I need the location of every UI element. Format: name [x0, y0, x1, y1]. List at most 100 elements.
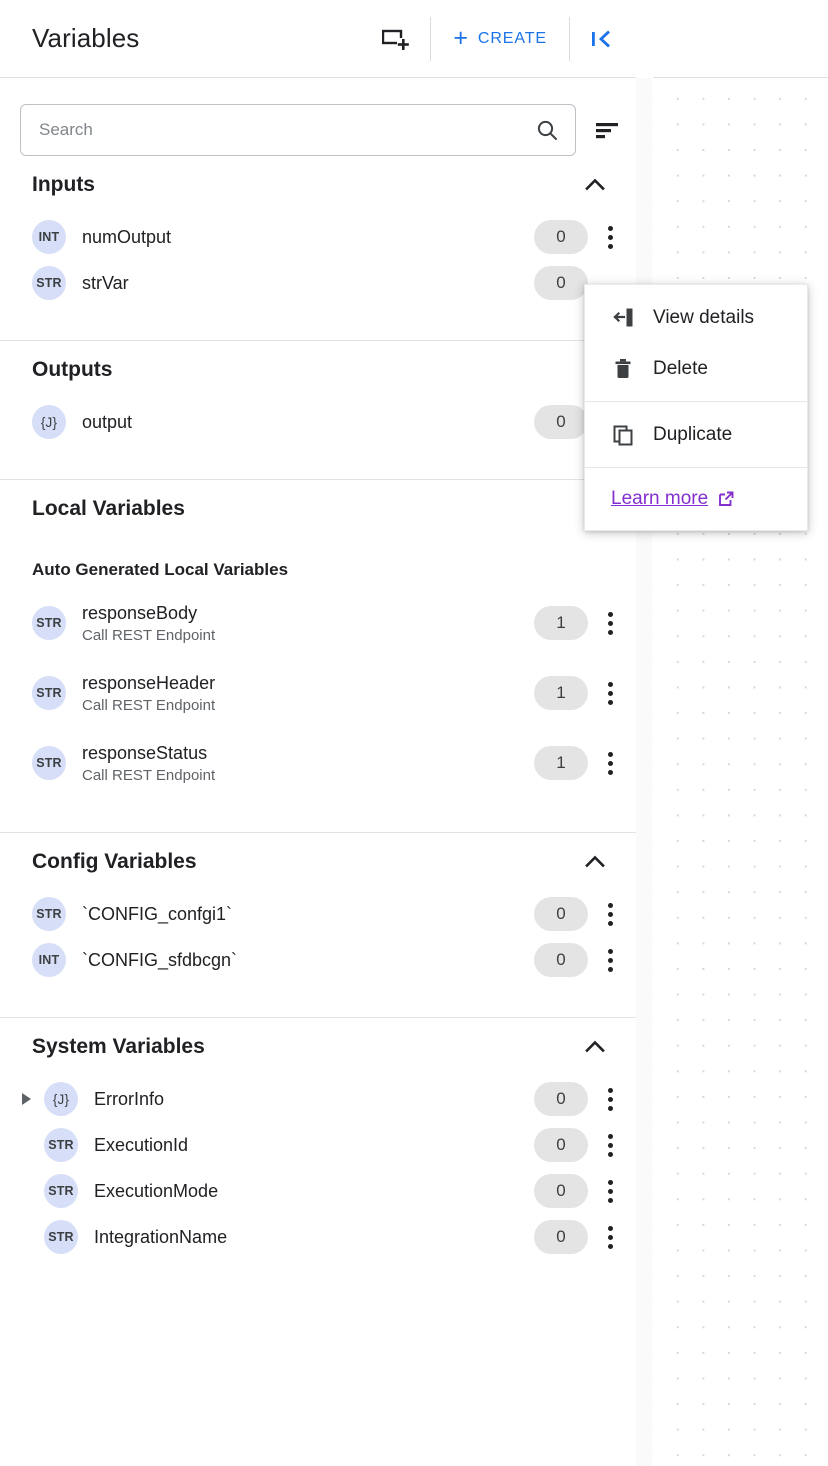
section-title-outputs: Outputs [32, 358, 112, 382]
row-texts: `CONFIG_sfdbcgn` [82, 949, 237, 972]
variable-source: Call REST Endpoint [82, 697, 215, 714]
row-menu-button[interactable] [596, 606, 624, 640]
row-context-menu[interactable]: View details Delete [584, 284, 808, 531]
row-texts: output [82, 411, 132, 434]
variable-name: ExecutionId [94, 1134, 188, 1157]
variable-source: Call REST Endpoint [82, 627, 215, 644]
variable-name: responseBody [82, 602, 215, 625]
type-badge: {J} [44, 1082, 78, 1116]
variable-row[interactable]: INT `CONFIG_sfdbcgn` 0 [0, 937, 636, 983]
row-actions: 1 [534, 676, 624, 710]
row-texts: responseStatus Call REST Endpoint [82, 742, 215, 785]
chevron-up-icon[interactable] [582, 1034, 608, 1060]
variable-row[interactable]: STR`CONFIG_confgi1`0 [0, 891, 636, 937]
row-texts: IntegrationName [94, 1226, 227, 1249]
variables-panel: Variables + CREATE [0, 0, 636, 1466]
app-root: Variables + CREATE [0, 0, 828, 1466]
menu-item-delete-label: Delete [653, 358, 708, 380]
spacer [0, 306, 636, 340]
variable-row[interactable]: {J}ErrorInfo0 [0, 1076, 636, 1122]
chevron-up-icon[interactable] [582, 172, 608, 198]
add-frame-button[interactable] [382, 15, 416, 63]
variable-row[interactable]: STRresponseHeaderCall REST Endpoint1 [0, 658, 636, 728]
usage-count-badge: 0 [534, 943, 588, 977]
usage-count-badge: 0 [534, 1220, 588, 1254]
duplicate-icon [611, 423, 635, 447]
variable-row[interactable]: STRExecutionId0 [0, 1122, 636, 1168]
expand-triangle-icon[interactable] [22, 1093, 44, 1105]
variable-row[interactable]: STR responseBody Call REST Endpoint 1 [0, 588, 636, 658]
sort-icon [594, 118, 622, 142]
usage-count-badge: 0 [534, 1174, 588, 1208]
row-menu-button[interactable] [596, 1128, 624, 1162]
usage-count-badge: 0 [534, 897, 588, 931]
search-box[interactable] [20, 104, 576, 156]
section-title-system-variables: System Variables [32, 1035, 205, 1059]
row-actions: 0 [534, 943, 624, 977]
row-actions: 0 [534, 897, 624, 931]
row-actions: 1 [534, 606, 624, 640]
section-title-local-variables: Local Variables [32, 497, 185, 521]
variable-source: Call REST Endpoint [82, 767, 215, 784]
variable-name: IntegrationName [94, 1226, 227, 1249]
search-input[interactable] [39, 120, 535, 140]
section-inputs: InputsINTnumOutput0 STR strVar 0 [0, 156, 636, 340]
type-badge: STR [32, 746, 66, 780]
row-menu-button[interactable] [596, 943, 624, 977]
type-badge: INT [32, 943, 66, 977]
header-divider-2 [569, 17, 570, 61]
section-header-system-variables[interactable]: System Variables [0, 1018, 636, 1076]
menu-item-view-details-label: View details [653, 307, 754, 329]
spacer [0, 1260, 636, 1294]
section-local-variables: Local VariablesAuto Generated Local Vari… [0, 480, 636, 832]
type-badge: STR [32, 606, 66, 640]
variable-name: responseStatus [82, 742, 215, 765]
variable-name: `CONFIG_sfdbcgn` [82, 949, 237, 972]
variable-row[interactable]: {J}output0 [0, 399, 636, 445]
menu-item-delete[interactable]: Delete [585, 343, 807, 394]
variable-name: responseHeader [82, 672, 215, 695]
row-texts: ErrorInfo [94, 1088, 164, 1111]
variable-row[interactable]: STRExecutionMode0 [0, 1168, 636, 1214]
variable-row[interactable]: STR strVar 0 [0, 260, 636, 306]
view-details-icon [611, 306, 635, 330]
row-menu-button[interactable] [596, 746, 624, 780]
row-actions: 1 [534, 746, 624, 780]
row-menu-button[interactable] [596, 676, 624, 710]
section-header-inputs[interactable]: Inputs [0, 156, 636, 214]
variable-row[interactable]: INTnumOutput0 [0, 214, 636, 260]
header-divider-1 [430, 17, 431, 61]
menu-item-duplicate[interactable]: Duplicate [585, 409, 807, 460]
create-button[interactable]: + CREATE [445, 26, 555, 51]
sort-button[interactable] [594, 118, 622, 142]
row-menu-button[interactable] [596, 1082, 624, 1116]
spacer [0, 983, 636, 1017]
variable-row[interactable]: STR responseStatus Call REST Endpoint 1 [0, 728, 636, 798]
type-badge: STR [32, 897, 66, 931]
row-texts: responseHeader Call REST Endpoint [82, 672, 215, 715]
type-badge: STR [32, 266, 66, 300]
row-menu-button[interactable] [596, 1174, 624, 1208]
search-icon [535, 118, 559, 142]
usage-count-badge: 0 [534, 266, 588, 300]
collapse-panel-button[interactable] [584, 15, 636, 63]
section-header-local-variables[interactable]: Local Variables [0, 480, 636, 538]
trash-icon [611, 357, 635, 381]
canvas-header-area [653, 0, 828, 78]
variable-name: numOutput [82, 226, 171, 249]
section-system-variables: System Variables{J}ErrorInfo0STRExecutio… [0, 1018, 636, 1294]
variable-row[interactable]: STRIntegrationName0 [0, 1214, 636, 1260]
type-badge: STR [44, 1174, 78, 1208]
row-texts: strVar [82, 272, 129, 295]
section-header-outputs[interactable]: Outputs [0, 341, 636, 399]
chevron-up-icon[interactable] [582, 849, 608, 875]
menu-item-view-details[interactable]: View details [585, 292, 807, 343]
panel-header: Variables + CREATE [0, 0, 636, 78]
learn-more-link[interactable]: Learn more [611, 488, 708, 510]
section-header-config-variables[interactable]: Config Variables [0, 833, 636, 891]
learn-more-row[interactable]: Learn more [585, 468, 807, 530]
usage-count-badge: 1 [534, 606, 588, 640]
row-menu-button[interactable] [596, 220, 624, 254]
row-menu-button[interactable] [596, 1220, 624, 1254]
row-menu-button[interactable] [596, 897, 624, 931]
